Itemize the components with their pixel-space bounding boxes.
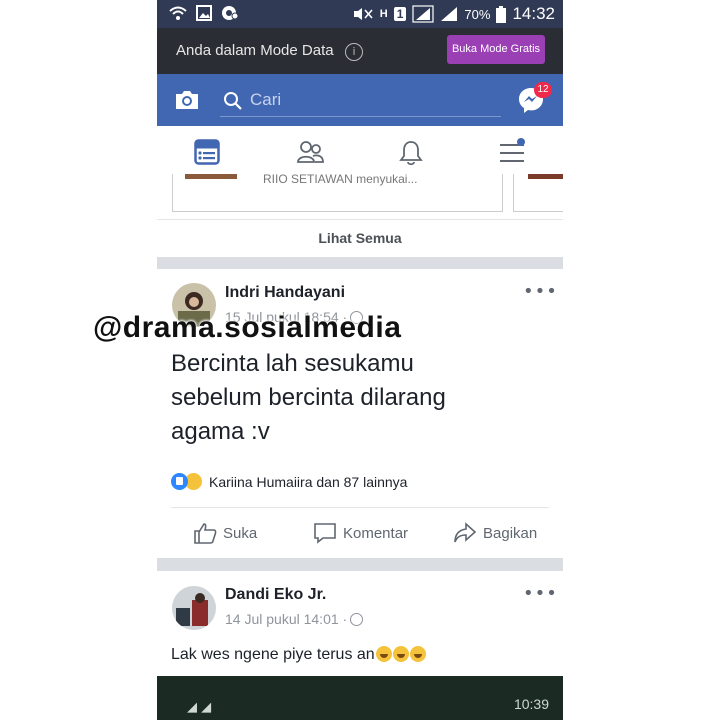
post-text-line: Bercinta lah sesukamu [171,350,414,377]
reactions-summary[interactable]: Kariina Humaiira dan 87 lainnya [171,472,407,491]
signal-icon-1 [412,5,435,23]
post-text: Lak wes ngene piye terus an [171,646,426,664]
feed-separator [157,558,563,571]
post-actions: Suka Komentar Bagikan [171,507,549,558]
signal-icon-2 [441,7,458,21]
like-label: Suka [223,524,258,542]
messenger-badge: 12 [534,82,552,98]
battery-icon [496,5,507,23]
feed-separator [157,257,563,269]
share-icon [454,522,477,543]
comment-label: Komentar [343,524,409,542]
status-left-icons [169,5,239,21]
info-icon[interactable]: i [345,43,363,61]
more-options-icon[interactable]: ••• [523,281,558,302]
post-text-content: Lak wes ngene piye terus an [171,646,375,663]
activity-thumbnail [185,174,237,179]
battery-percent: 70% [464,6,491,22]
like-reaction-icon [171,473,188,490]
feed-post: Dandi Eko Jr. 14 Jul pukul 14:01 · ••• L… [157,571,563,676]
network-h-label: H [379,8,388,20]
activity-card-2[interactable] [513,174,563,212]
news-feed-tab-icon[interactable] [194,139,220,165]
like-button[interactable]: Suka [193,522,257,544]
comment-button[interactable]: Komentar [313,522,408,544]
top-search-bar: Cari 12 [157,74,563,126]
laughing-emoji-icon [392,646,409,662]
notifications-tab-icon[interactable] [398,139,424,167]
friends-tab-icon[interactable] [296,139,324,165]
post-text-line: agama :v [171,418,270,445]
menu-notification-dot [517,138,525,146]
watermark-text: @drama.sosialmedia [93,311,402,344]
media-time: 10:39 [513,696,549,712]
search-input[interactable]: Cari [220,88,501,117]
thumbs-up-icon [194,523,217,544]
laughing-emoji-icon [409,646,426,662]
post-author[interactable]: Indri Handayani [225,284,345,302]
status-clock: 14:32 [512,4,555,23]
laughing-emoji-icon [375,646,392,662]
search-placeholder: Cari [250,90,282,109]
post-author[interactable]: Dandi Eko Jr. [225,586,326,604]
avatar[interactable] [172,586,216,630]
data-mode-text: Anda dalam Mode Data [176,42,334,59]
gallery-icon [196,5,212,21]
status-bar: H 1 70% 14:32 [157,0,563,28]
activity-card[interactable]: RIIO SETIAWAN menyukai... [172,172,503,212]
see-all-link[interactable]: Lihat Semua [157,219,563,260]
post-media-image[interactable]: ◢ ◢ 10:39 [157,676,563,720]
sim-icon: 1 [393,7,407,21]
post-time-text: 14 Jul pukul 14:01 · [225,611,348,627]
comment-icon [314,523,336,544]
search-icon [224,92,242,110]
settings-badge-icon [222,6,239,20]
share-label: Bagikan [483,524,538,542]
activity-card-text: RIIO SETIAWAN menyukai... [263,172,418,186]
data-mode-banner: Anda dalam Mode Data i Buka Mode Gratis [157,28,563,74]
camera-icon[interactable] [174,89,200,111]
reactions-text: Kariina Humaiira dan 87 lainnya [209,473,408,490]
media-signal-icon: ◢ ◢ [187,700,212,715]
share-button[interactable]: Bagikan [453,522,537,544]
post-text-line: sebelum bercinta dilarang [171,384,446,411]
mute-icon [353,8,373,20]
post-text: Bercinta lah sesukamu sebelum bercinta d… [171,347,551,449]
phone-screen: H 1 70% 14:32 Anda dalam Mode Data i Buk… [157,0,563,720]
public-globe-icon [350,613,364,626]
post-timestamp: 14 Jul pukul 14:01 · [225,611,364,627]
status-right-icons: H 1 70% 14:32 [352,4,555,24]
activity-strip: RIIO SETIAWAN menyukai... [157,172,563,218]
free-mode-button[interactable]: Buka Mode Gratis [447,35,545,64]
wifi-icon [169,6,187,20]
activity-thumbnail-2 [528,174,563,179]
more-options-icon[interactable]: ••• [523,583,558,604]
